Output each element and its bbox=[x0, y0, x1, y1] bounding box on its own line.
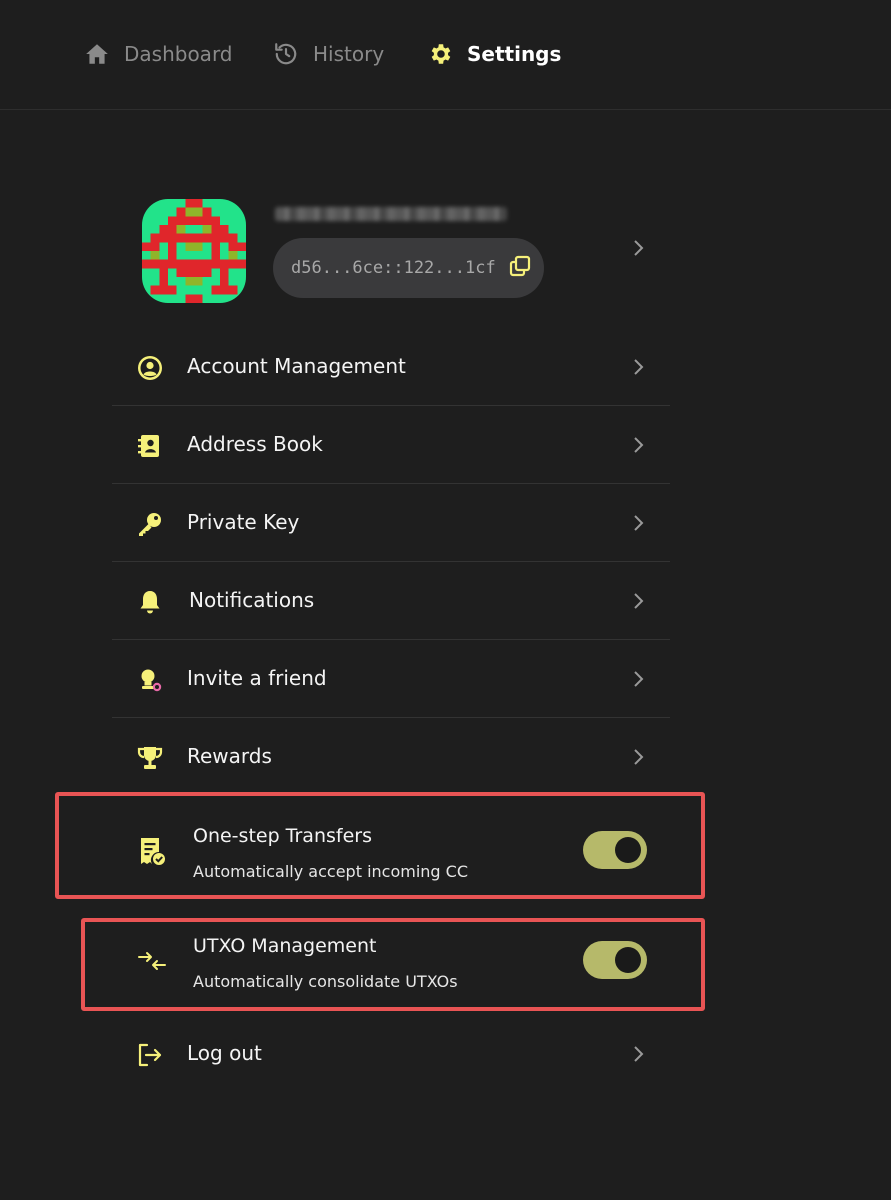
contact-book-icon bbox=[136, 432, 164, 460]
nav-dashboard-label: Dashboard bbox=[124, 42, 233, 66]
nav-dashboard[interactable]: Dashboard bbox=[84, 37, 233, 71]
account-name-redacted bbox=[275, 207, 507, 221]
invite-friend-icon bbox=[136, 666, 164, 694]
nav-history[interactable]: History bbox=[273, 37, 384, 71]
logout-icon bbox=[136, 1041, 164, 1069]
nav-settings[interactable]: Settings bbox=[427, 37, 561, 71]
chevron-right-icon bbox=[632, 1045, 644, 1063]
nav-settings-label: Settings bbox=[467, 42, 562, 66]
user-circle-icon bbox=[136, 354, 164, 382]
menu-item-label: Rewards bbox=[187, 744, 272, 768]
menu-item-label: Private Key bbox=[187, 510, 300, 534]
avatar bbox=[142, 199, 246, 303]
chevron-right-icon bbox=[632, 670, 644, 688]
chevron-right-icon bbox=[632, 748, 644, 766]
chevron-right-icon bbox=[632, 358, 644, 376]
setting-title: UTXO Management bbox=[193, 935, 377, 957]
menu-item-log-out[interactable]: Log out bbox=[112, 1015, 670, 1093]
history-icon bbox=[273, 41, 299, 67]
toggle-knob bbox=[615, 947, 641, 973]
setting-one-step-transfers: One-step Transfers Automatically accept … bbox=[112, 805, 670, 897]
home-icon bbox=[84, 41, 110, 67]
menu-item-rewards[interactable]: Rewards bbox=[112, 718, 670, 796]
setting-subtitle: Automatically accept incoming CC bbox=[193, 862, 468, 881]
receipt-check-icon bbox=[136, 835, 168, 867]
key-icon bbox=[136, 510, 164, 538]
menu-item-address-book[interactable]: Address Book bbox=[112, 406, 670, 484]
menu-item-label: Invite a friend bbox=[187, 666, 327, 690]
setting-subtitle: Automatically consolidate UTXOs bbox=[193, 972, 458, 991]
nav-history-label: History bbox=[313, 42, 385, 66]
menu-item-invite-a-friend[interactable]: Invite a friend bbox=[112, 640, 670, 718]
chevron-right-icon bbox=[632, 514, 644, 532]
setting-utxo-management: UTXO Management Automatically consolidat… bbox=[112, 915, 670, 1007]
menu-item-label: Notifications bbox=[189, 588, 315, 612]
gear-icon bbox=[427, 41, 453, 67]
menu-item-label: Address Book bbox=[187, 432, 323, 456]
bell-icon bbox=[136, 588, 164, 616]
toggle-knob bbox=[615, 837, 641, 863]
address-text: d56...6ce::122...1cf bbox=[291, 258, 496, 278]
chevron-right-icon bbox=[632, 436, 644, 454]
chevron-right-icon bbox=[632, 239, 644, 257]
trophy-icon bbox=[136, 744, 164, 772]
utxo-management-toggle[interactable] bbox=[583, 941, 647, 979]
chevron-right-icon bbox=[632, 592, 644, 610]
setting-title: One-step Transfers bbox=[193, 825, 372, 847]
consolidate-arrows-icon bbox=[136, 945, 168, 977]
menu-item-private-key[interactable]: Private Key bbox=[112, 484, 670, 562]
menu-item-notifications[interactable]: Notifications bbox=[112, 562, 670, 640]
menu-item-label: Log out bbox=[187, 1041, 262, 1065]
one-step-transfers-toggle[interactable] bbox=[583, 831, 647, 869]
menu-item-label: Account Management bbox=[187, 354, 406, 378]
copy-icon bbox=[508, 254, 532, 283]
top-nav: Dashboard History Settings bbox=[0, 0, 891, 110]
menu-item-account-management[interactable]: Account Management bbox=[112, 328, 670, 406]
copy-address-button[interactable]: d56...6ce::122...1cf bbox=[273, 238, 544, 298]
profile-card[interactable]: d56...6ce::122...1cf bbox=[112, 185, 670, 310]
